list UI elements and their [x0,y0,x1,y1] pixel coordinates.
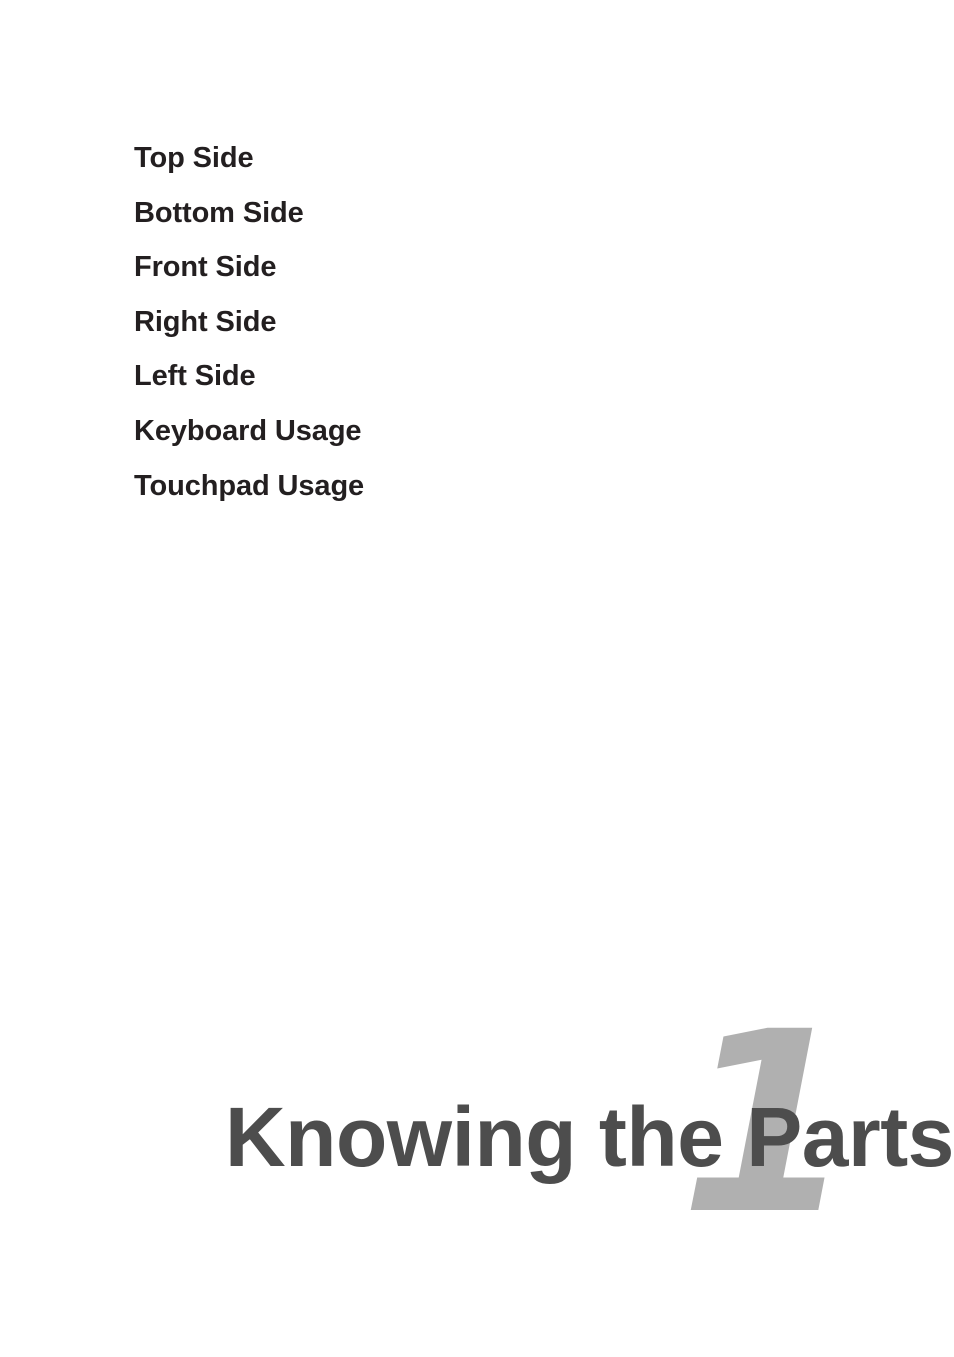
chapter-opener-page: Top Side Bottom Side Front Side Right Si… [0,0,954,1357]
list-item: Top Side [134,142,254,174]
list-item: Bottom Side [134,196,304,229]
list-item: Right Side [134,305,277,338]
list-item: Touchpad Usage [134,469,365,502]
page-title: Knowing the Parts [225,1090,954,1184]
chapter-heading-block: 1 Knowing the Parts [0,978,954,1269]
list-item: Left Side [134,360,256,393]
list-item: Front Side [134,251,277,284]
chapter-section-list: Top Side Bottom Side Front Side Right Si… [134,131,364,513]
list-item: Keyboard Usage [134,414,362,447]
